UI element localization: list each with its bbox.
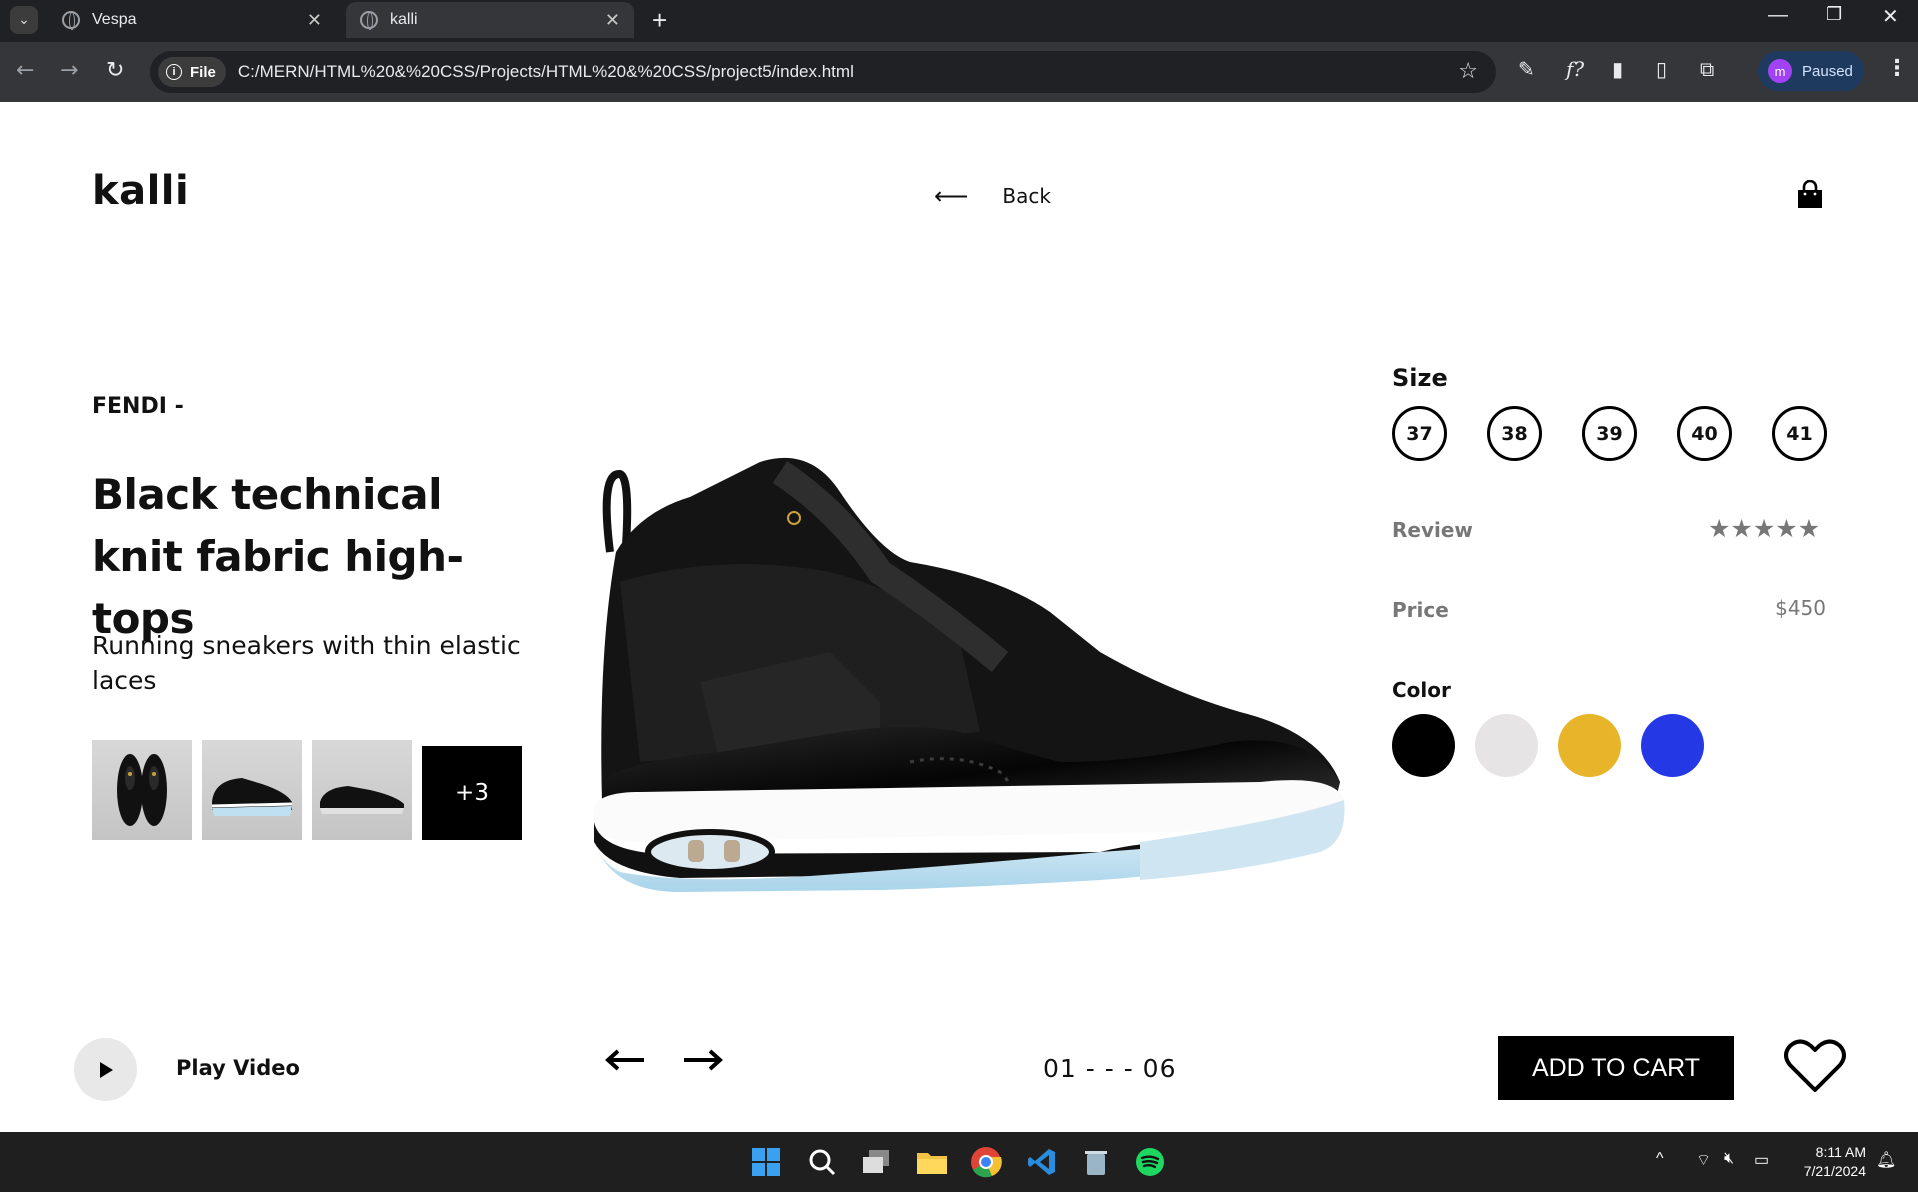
- browser-tab-active[interactable]: kalli ✕: [346, 2, 634, 38]
- slide-pager: 01 - - - 06: [1043, 1054, 1177, 1083]
- reload-icon[interactable]: ↻: [106, 58, 124, 83]
- back-arrow-icon[interactable]: ←: [16, 58, 34, 83]
- globe-icon: [360, 11, 378, 30]
- back-link[interactable]: ⟵ Back: [934, 182, 1051, 210]
- font-extension-icon[interactable]: f?: [1566, 57, 1584, 81]
- thumbnail-side-view[interactable]: [202, 740, 302, 840]
- color-heading: Color: [1392, 678, 1451, 702]
- battery-icon[interactable]: ▭: [1754, 1150, 1769, 1170]
- size-option[interactable]: 37: [1392, 406, 1447, 461]
- avatar: m: [1768, 59, 1792, 83]
- size-option[interactable]: 40: [1677, 406, 1732, 461]
- play-video-button[interactable]: [74, 1038, 137, 1101]
- size-option[interactable]: 39: [1582, 406, 1637, 461]
- review-label: Review: [1392, 518, 1473, 542]
- restore-button[interactable]: ❐: [1826, 4, 1842, 25]
- size-option[interactable]: 38: [1487, 406, 1542, 461]
- extension-icon[interactable]: ▯: [1656, 57, 1667, 81]
- product-hero-image: [594, 457, 1345, 892]
- browser-tab[interactable]: Vespa ✕: [48, 2, 336, 38]
- heart-icon[interactable]: [1784, 1038, 1846, 1094]
- color-swatch-white[interactable]: [1475, 714, 1538, 777]
- recycle-bin-icon[interactable]: [1076, 1142, 1116, 1182]
- chrome-icon[interactable]: [966, 1142, 1006, 1182]
- tab-title: kalli: [390, 11, 418, 28]
- more-thumbnails-button[interactable]: +3: [422, 746, 522, 840]
- site-info-chip[interactable]: i File: [158, 57, 226, 87]
- windows-start-icon[interactable]: [746, 1142, 786, 1182]
- back-label: Back: [1002, 184, 1051, 208]
- color-swatch-black[interactable]: [1392, 714, 1455, 777]
- info-icon: i: [166, 64, 182, 80]
- profile-status: Paused: [1802, 62, 1853, 80]
- volume-muted-icon[interactable]: 🔇︎: [1724, 1150, 1734, 1168]
- eyedropper-extension-icon[interactable]: ✎: [1518, 57, 1535, 81]
- product-title: Black technical knit fabric high-tops: [92, 470, 464, 643]
- task-view-icon[interactable]: [856, 1142, 896, 1182]
- tab-title: Vespa: [92, 11, 137, 28]
- star-icon: ★: [1708, 514, 1731, 543]
- product-brand: FENDI -: [92, 394, 184, 419]
- star-icon: ★: [1730, 514, 1753, 543]
- product-description: Running sneakers with thin elastic laces: [92, 631, 521, 695]
- price-value: $450: [1775, 596, 1826, 620]
- url-text[interactable]: C:/MERN/HTML%20&%20CSS/Projects/HTML%20&…: [238, 62, 854, 82]
- thumbnail-gallery: +3: [92, 740, 522, 840]
- thumbnail-profile-view[interactable]: [312, 740, 412, 840]
- color-swatch-blue[interactable]: [1641, 714, 1704, 777]
- new-tab-button[interactable]: +: [652, 6, 667, 34]
- product-page: kalli ⟵ Back FENDI - Black technical kni…: [0, 102, 1918, 1132]
- notification-bell-icon[interactable]: 🔔︎: [1876, 1150, 1896, 1170]
- star-icon: ★: [1797, 514, 1821, 543]
- globe-icon: [62, 11, 80, 30]
- close-icon[interactable]: ✕: [307, 10, 322, 31]
- star-icon: ★: [1775, 514, 1798, 543]
- shopping-bag-icon[interactable]: [1796, 180, 1824, 210]
- browser-toolbar: ← → ↻ i File C:/MERN/HTML%20&%20CSS/Proj…: [0, 42, 1918, 102]
- star-icon: ★: [1752, 514, 1776, 543]
- profile-button[interactable]: m Paused: [1758, 51, 1864, 91]
- clock-time: 8:11 AM: [1815, 1144, 1866, 1160]
- browser-tab-bar: ⌄ Vespa ✕ kalli ✕ + — ❐ ✕: [0, 0, 1918, 42]
- size-option[interactable]: 41: [1772, 406, 1827, 461]
- next-arrow-icon[interactable]: [682, 1048, 724, 1072]
- play-video-label[interactable]: Play Video: [176, 1056, 300, 1080]
- spotify-icon[interactable]: [1130, 1142, 1170, 1182]
- site-logo[interactable]: kalli: [92, 168, 189, 214]
- more-menu-icon[interactable]: ⋮: [1886, 56, 1908, 81]
- previous-arrow-icon[interactable]: [604, 1048, 646, 1072]
- thumbnail-top-view[interactable]: [92, 740, 192, 840]
- site-info-label: File: [190, 63, 216, 81]
- vscode-icon[interactable]: [1022, 1142, 1062, 1182]
- puzzle-extensions-icon[interactable]: ⧉: [1700, 57, 1714, 81]
- add-to-cart-button[interactable]: ADD TO CART: [1498, 1036, 1734, 1100]
- left-arrow-icon: ⟵: [934, 182, 969, 210]
- file-explorer-icon[interactable]: [912, 1142, 952, 1182]
- tab-search-button[interactable]: ⌄: [10, 6, 38, 34]
- wifi-icon[interactable]: ⌔: [1696, 1150, 1711, 1170]
- bookmark-star-icon[interactable]: ☆: [1458, 59, 1478, 84]
- system-clock[interactable]: 8:11 AM 7/21/2024: [1790, 1143, 1866, 1181]
- os-taskbar: ^ ⌔ 🔇︎ ▭ 8:11 AM 7/21/2024 🔔︎: [0, 1132, 1918, 1192]
- play-icon: [99, 1061, 113, 1078]
- forward-arrow-icon[interactable]: →: [60, 58, 78, 83]
- color-selector: [1392, 714, 1724, 777]
- address-bar[interactable]: i File C:/MERN/HTML%20&%20CSS/Projects/H…: [150, 51, 1496, 93]
- close-icon[interactable]: ✕: [605, 10, 620, 31]
- price-label: Price: [1392, 598, 1449, 622]
- size-heading: Size: [1392, 364, 1448, 392]
- extension-icon[interactable]: ▮: [1612, 57, 1623, 81]
- clock-date: 7/21/2024: [1803, 1163, 1866, 1179]
- size-selector: 37 38 39 40 41: [1392, 406, 1827, 461]
- color-swatch-yellow[interactable]: [1558, 714, 1621, 777]
- chevron-up-icon[interactable]: ^: [1656, 1150, 1664, 1168]
- minimize-button[interactable]: —: [1768, 4, 1788, 27]
- window-close-button[interactable]: ✕: [1882, 4, 1899, 29]
- rating-stars: ★★★★★: [1708, 514, 1820, 543]
- search-icon[interactable]: [802, 1142, 842, 1182]
